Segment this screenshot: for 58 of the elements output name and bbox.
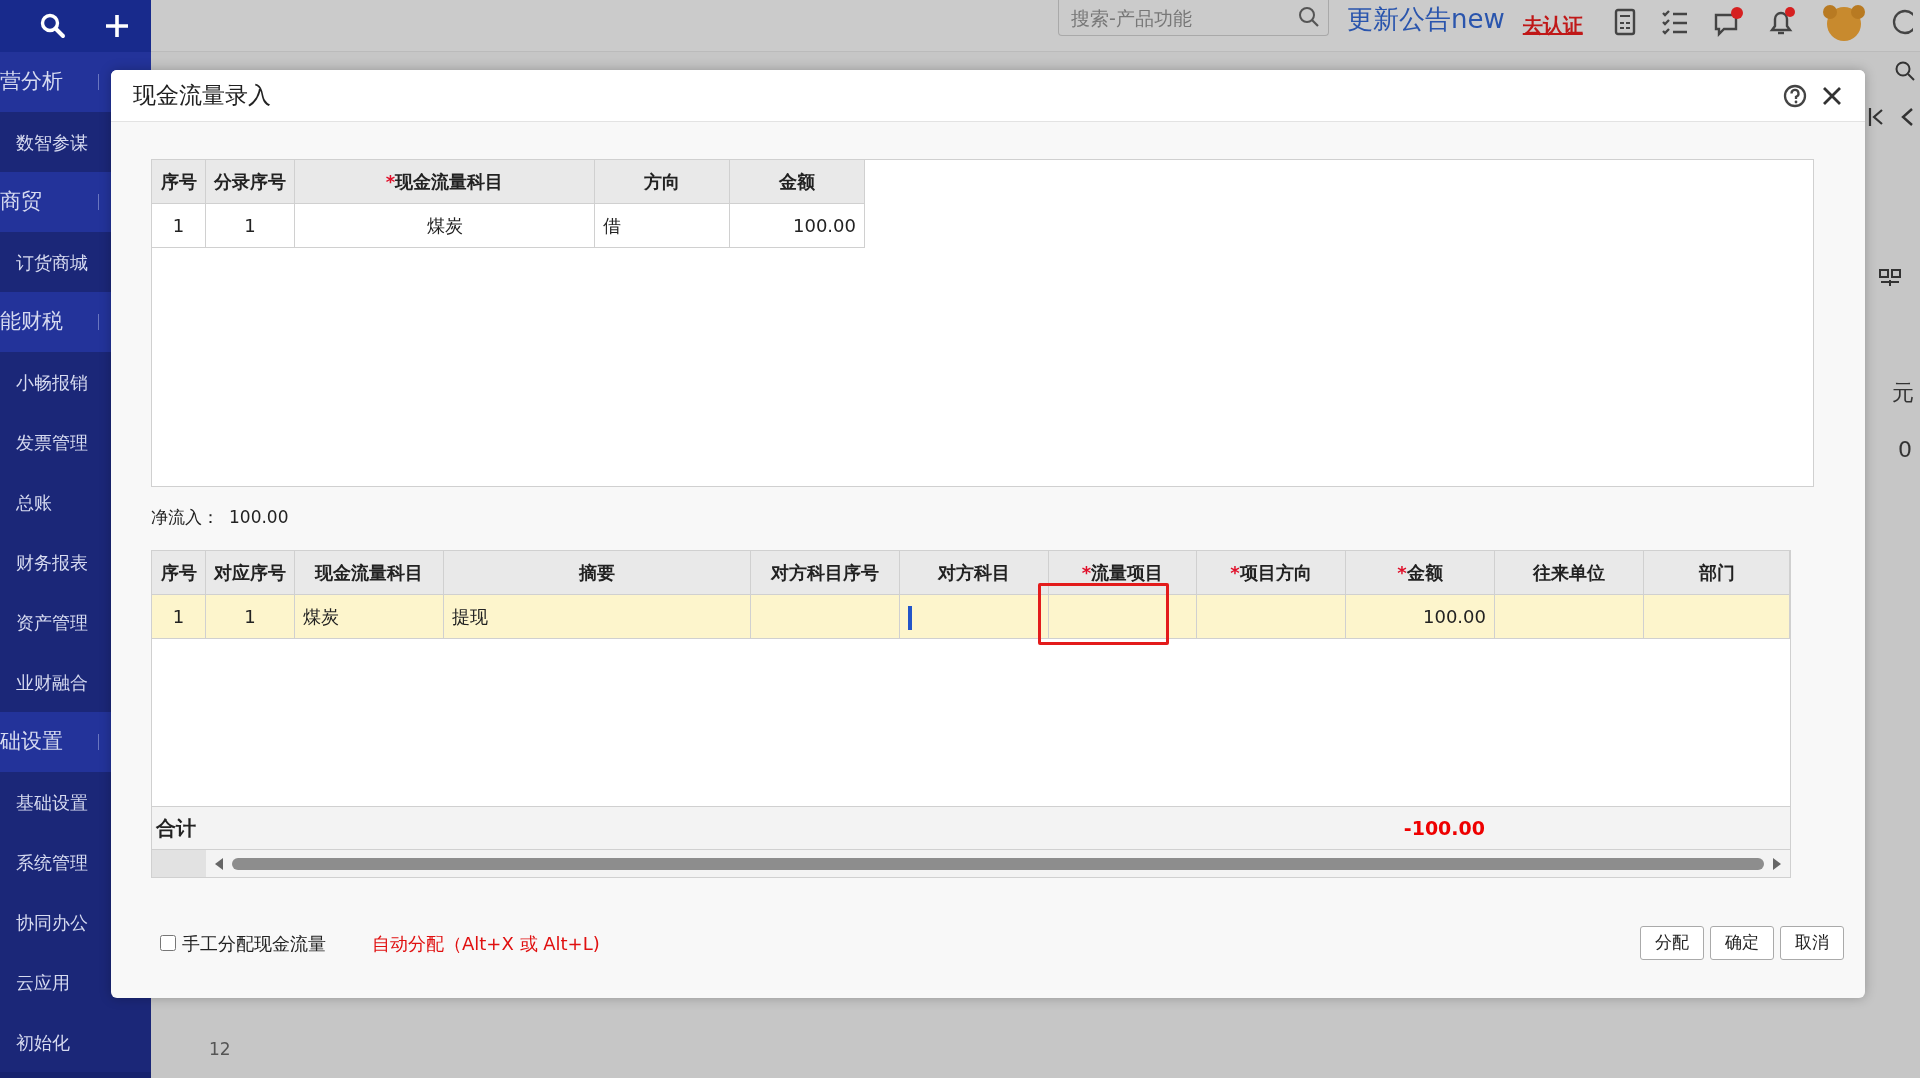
scroll-thumb[interactable]	[232, 857, 1764, 870]
manual-allocate-label: 手工分配现金流量	[182, 931, 326, 956]
table-cell: 1	[151, 203, 206, 248]
row-number: 12	[209, 1037, 232, 1061]
column-header: 序号	[151, 159, 206, 204]
calculator-icon[interactable]	[1612, 8, 1637, 36]
net-inflow-value: 100.00	[229, 506, 289, 530]
table-cell: 煤炭	[294, 594, 444, 639]
table-cell: 借	[594, 203, 730, 248]
sidebar-item[interactable]: 初始化	[0, 1012, 151, 1072]
plus-icon[interactable]	[104, 13, 130, 39]
net-inflow-label: 净流入：	[151, 506, 219, 530]
close-icon[interactable]	[1821, 84, 1843, 107]
search-icon[interactable]	[1894, 60, 1916, 82]
message-icon[interactable]	[1712, 7, 1743, 37]
help-icon[interactable]	[1783, 83, 1807, 108]
column-header: *金额	[1345, 550, 1495, 595]
dialog-button[interactable]: 取消	[1780, 926, 1844, 960]
column-header: 往来单位	[1494, 550, 1644, 595]
column-header: 对方科目	[899, 550, 1049, 595]
table-cell-text: 0	[1898, 436, 1912, 464]
column-header: 现金流量科目	[294, 550, 444, 595]
announcement-link[interactable]: 更新公告new	[1347, 0, 1505, 39]
table-cell: 提现	[443, 594, 751, 639]
auto-allocate-hint: 自动分配（Alt+X 或 Alt+L)	[372, 931, 600, 956]
column-header: *项目方向	[1196, 550, 1346, 595]
table-cell: 1	[205, 594, 295, 639]
scroll-left-icon[interactable]	[214, 856, 224, 871]
table-cell: 1	[205, 203, 295, 248]
checklist-icon[interactable]	[1660, 9, 1689, 35]
column-header: 摘要	[443, 550, 751, 595]
scrollbar-corner	[152, 850, 206, 877]
total-amount: -100.00	[1403, 815, 1485, 841]
manual-allocate-checkbox[interactable]	[160, 935, 176, 951]
column-header: 部门	[1643, 550, 1790, 595]
certify-link[interactable]: 去认证	[1522, 10, 1583, 40]
search-icon[interactable]	[40, 13, 66, 39]
layout-icon[interactable]	[1878, 268, 1902, 288]
total-label: 合计	[155, 815, 196, 842]
column-header: 对应序号	[205, 550, 295, 595]
scroll-right-icon[interactable]	[1772, 856, 1782, 871]
horizontal-scrollbar[interactable]	[152, 850, 1790, 877]
help-icon[interactable]	[1890, 8, 1913, 36]
column-header: 元	[1892, 379, 1914, 407]
table-cell: 1	[151, 594, 206, 639]
column-header: 分录序号	[205, 159, 295, 204]
dialog-button[interactable]: 分配	[1640, 926, 1704, 960]
column-header: 金额	[729, 159, 865, 204]
column-header: *流量项目	[1048, 550, 1197, 595]
column-header: 对方科目序号	[750, 550, 900, 595]
column-header: *现金流量科目	[294, 159, 595, 204]
search-field[interactable]: 搜索-产品功能	[1058, 0, 1329, 36]
dialog-button[interactable]: 确定	[1710, 926, 1774, 960]
table-cell: 100.00	[729, 203, 865, 248]
column-header: 方向	[594, 159, 730, 204]
table-cell: 100.00	[1345, 594, 1495, 639]
table-cell: 煤炭	[294, 203, 595, 248]
column-header: 序号	[151, 550, 206, 595]
